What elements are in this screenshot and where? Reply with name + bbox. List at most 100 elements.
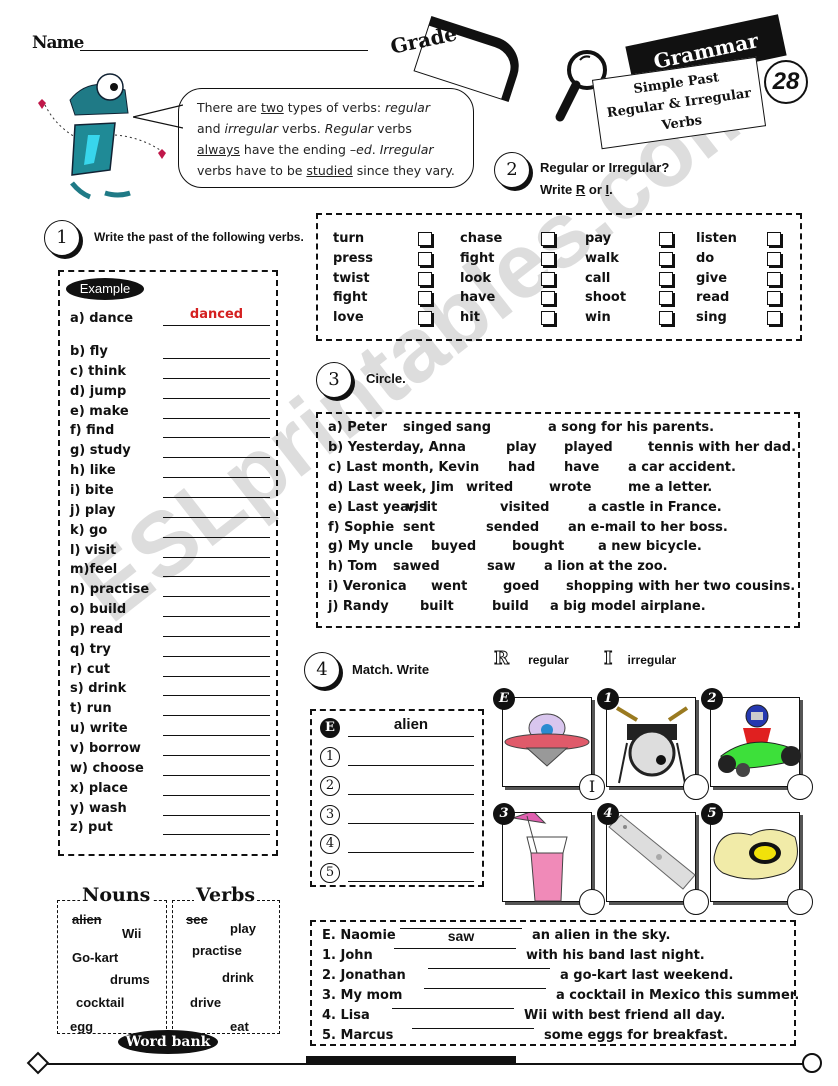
answer-circle[interactable]: [579, 889, 605, 915]
option-2[interactable]: visited: [500, 500, 549, 515]
option-1[interactable]: sent: [403, 520, 435, 535]
noun-word: drums: [110, 972, 150, 987]
option-1[interactable]: writed: [466, 480, 513, 495]
answer-line[interactable]: [348, 794, 474, 795]
answer-line[interactable]: [412, 1028, 534, 1029]
answer-line[interactable]: [163, 496, 270, 498]
option-1[interactable]: had: [508, 460, 535, 475]
answer-checkbox[interactable]: [418, 311, 432, 326]
answer-line[interactable]: [394, 948, 516, 949]
option-2[interactable]: have: [564, 460, 599, 475]
answer-checkbox[interactable]: [767, 291, 781, 306]
answer-line[interactable]: [163, 755, 270, 756]
answer-line[interactable]: [163, 457, 270, 459]
answer-line[interactable]: [163, 774, 270, 776]
answer-checkbox[interactable]: [541, 251, 555, 266]
verb-label: q) try: [70, 641, 111, 657]
option-2[interactable]: saw: [487, 559, 516, 574]
answer-line[interactable]: [392, 1008, 514, 1009]
option-2[interactable]: sended: [486, 520, 539, 535]
answer-line[interactable]: [163, 417, 270, 419]
answer-line[interactable]: [348, 881, 474, 882]
verb-row: p) read: [70, 622, 270, 642]
option-2[interactable]: goed: [503, 579, 539, 594]
answer-checkbox[interactable]: [659, 311, 673, 326]
answer-line[interactable]: [428, 968, 550, 969]
verb-label: x) place: [70, 780, 128, 796]
option-1[interactable]: play: [506, 440, 537, 455]
answer-line[interactable]: [348, 736, 474, 737]
answer-checkbox[interactable]: [418, 291, 432, 306]
answer-checkbox[interactable]: [659, 232, 673, 246]
answer-checkbox[interactable]: [541, 271, 555, 286]
answer-checkbox[interactable]: [659, 291, 673, 306]
answer-line[interactable]: [163, 596, 270, 598]
sentence-rest: a big model airplane.: [550, 599, 706, 615]
answer-line[interactable]: [424, 988, 546, 989]
answer-line[interactable]: [348, 823, 474, 824]
option-1[interactable]: built: [420, 599, 454, 614]
answer-line[interactable]: [163, 358, 270, 359]
answer-line[interactable]: [163, 437, 270, 439]
verb-row: f) find: [70, 423, 270, 443]
answer-checkbox[interactable]: [418, 232, 432, 246]
answer-line[interactable]: [163, 635, 270, 637]
answer-line[interactable]: [163, 715, 270, 717]
answer-line[interactable]: [163, 556, 270, 558]
match-row: 1: [318, 745, 478, 771]
option-1[interactable]: went: [431, 579, 467, 594]
answer-circle[interactable]: [683, 889, 709, 915]
answer-line[interactable]: [163, 695, 270, 697]
answer-line[interactable]: [163, 397, 270, 399]
picture-tag: 2: [701, 688, 723, 710]
verb-row: t) run: [70, 701, 270, 721]
answer-line[interactable]: [163, 655, 270, 657]
answer-line[interactable]: [163, 477, 270, 479]
option-1[interactable]: buyed: [431, 539, 476, 554]
circle-row: h) Tom sawed saw a lion at the zoo.: [328, 559, 798, 579]
answer-checkbox[interactable]: [541, 311, 555, 326]
answer-line[interactable]: [163, 377, 270, 379]
answer-checkbox[interactable]: [541, 291, 555, 306]
answer-line[interactable]: [348, 852, 474, 853]
sentence-answer: saw: [447, 928, 475, 944]
answer-line[interactable]: [400, 928, 522, 929]
noun-word: cocktail: [76, 995, 125, 1010]
answer-checkbox[interactable]: [767, 232, 781, 246]
answer-line[interactable]: [163, 675, 270, 677]
answer-checkbox[interactable]: [659, 251, 673, 266]
match-row: Ealien: [318, 716, 478, 742]
option-2[interactable]: wrote: [549, 480, 591, 495]
answer-line[interactable]: [163, 834, 270, 836]
answer-line[interactable]: [163, 325, 270, 326]
answer-checkbox[interactable]: [659, 271, 673, 286]
answer-line[interactable]: [163, 536, 270, 538]
answer-line[interactable]: [348, 765, 474, 766]
answer-checkbox[interactable]: [767, 251, 781, 266]
answer-checkbox[interactable]: [418, 251, 432, 266]
option-2[interactable]: bought: [512, 539, 564, 554]
answer-checkbox[interactable]: [767, 311, 781, 326]
answer-line[interactable]: [163, 814, 270, 816]
answer-line[interactable]: [163, 576, 270, 578]
answer-line[interactable]: [163, 616, 270, 618]
option-2[interactable]: sang: [456, 420, 491, 435]
verb-label: f) find: [70, 423, 115, 439]
answer-checkbox[interactable]: [541, 232, 555, 246]
verb-row: l) visit: [70, 543, 270, 563]
option-1[interactable]: singed: [403, 420, 452, 435]
answer-circle[interactable]: [787, 889, 813, 915]
answer-line[interactable]: [163, 516, 270, 518]
answer-circle[interactable]: [683, 774, 709, 800]
answer-line[interactable]: [163, 735, 270, 737]
option-1[interactable]: sawed: [393, 559, 440, 574]
answer-checkbox[interactable]: [418, 271, 432, 286]
option-1[interactable]: visit: [406, 500, 437, 515]
answer-circle[interactable]: [787, 774, 813, 800]
name-input-line[interactable]: [80, 50, 368, 51]
answer-checkbox[interactable]: [767, 271, 781, 286]
option-2[interactable]: build: [492, 599, 529, 614]
answer-line[interactable]: [163, 794, 270, 796]
option-2[interactable]: played: [564, 440, 613, 455]
answer-circle[interactable]: I: [579, 774, 605, 800]
